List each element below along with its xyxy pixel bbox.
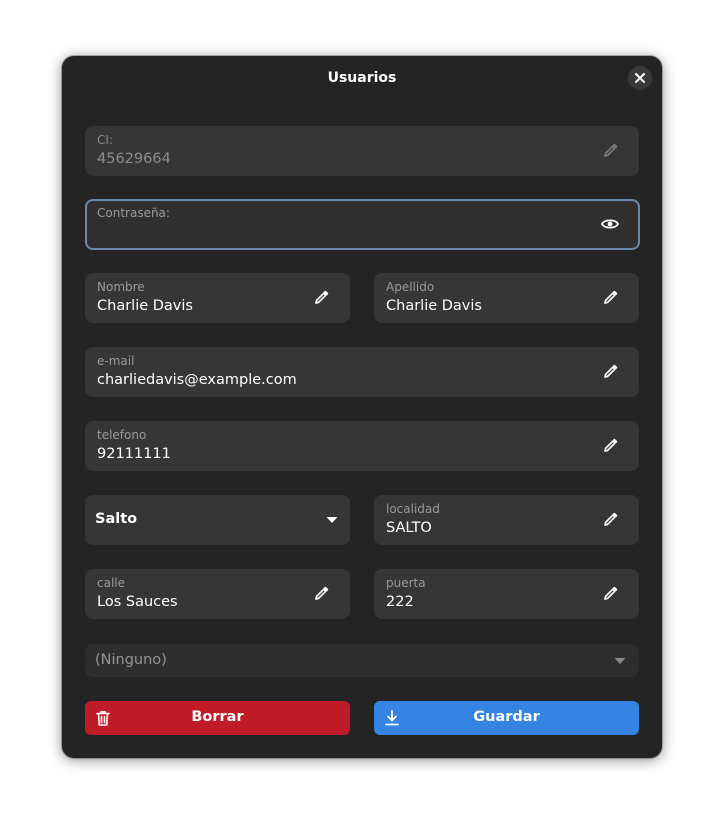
nombre-value[interactable]: Charlie Davis xyxy=(97,298,193,314)
telefono-label: telefono xyxy=(97,428,147,442)
edit-icon xyxy=(598,139,622,163)
dialog-title: Usuarios xyxy=(327,70,397,86)
close-icon xyxy=(635,73,645,83)
save-button-label: Guardar xyxy=(473,709,540,725)
edit-icon[interactable] xyxy=(309,286,333,310)
calle-field[interactable]: calle Los Sauces xyxy=(85,569,350,619)
show-password-button[interactable] xyxy=(598,212,622,236)
calle-label: calle xyxy=(97,576,126,590)
eye-icon xyxy=(601,219,619,229)
ninguno-value: (Ninguno) xyxy=(95,652,167,668)
ci-label: CI: xyxy=(97,133,113,147)
telefono-value[interactable]: 92111111 xyxy=(97,446,171,462)
localidad-label: localidad xyxy=(386,502,440,516)
puerta-label: puerta xyxy=(386,576,426,590)
ninguno-dropdown[interactable]: (Ninguno) xyxy=(85,644,639,677)
ci-field: CI: 45629664 xyxy=(85,126,639,176)
email-label: e-mail xyxy=(97,354,135,368)
telefono-field[interactable]: telefono 92111111 xyxy=(85,421,639,471)
apellido-label: Apellido xyxy=(386,280,435,294)
calle-value[interactable]: Los Sauces xyxy=(97,594,178,610)
save-button[interactable]: Guardar xyxy=(374,701,639,735)
password-field[interactable]: Contraseña: xyxy=(85,199,640,250)
localidad-value[interactable]: SALTO xyxy=(386,520,432,536)
apellido-field[interactable]: Apellido Charlie Davis xyxy=(374,273,639,323)
close-button[interactable] xyxy=(628,66,652,90)
edit-icon[interactable] xyxy=(598,434,622,458)
departamento-dropdown[interactable]: Salto xyxy=(85,495,350,545)
edit-icon[interactable] xyxy=(598,360,622,384)
puerta-field[interactable]: puerta 222 xyxy=(374,569,639,619)
email-field[interactable]: e-mail charliedavis@example.com xyxy=(85,347,639,397)
edit-icon[interactable] xyxy=(598,286,622,310)
edit-icon[interactable] xyxy=(598,508,622,532)
departamento-value: Salto xyxy=(95,511,138,527)
nombre-label: Nombre xyxy=(97,280,145,294)
password-label: Contraseña: xyxy=(97,206,170,220)
apellido-value[interactable]: Charlie Davis xyxy=(386,298,482,314)
ci-value: 45629664 xyxy=(97,151,171,167)
puerta-value[interactable]: 222 xyxy=(386,594,414,610)
delete-button[interactable]: Borrar xyxy=(85,701,350,735)
users-dialog: Usuarios CI: 45629664 Contraseña: Nombre… xyxy=(62,56,662,758)
nombre-field[interactable]: Nombre Charlie Davis xyxy=(85,273,350,323)
localidad-field[interactable]: localidad SALTO xyxy=(374,495,639,545)
edit-icon[interactable] xyxy=(598,582,622,606)
edit-icon[interactable] xyxy=(309,582,333,606)
email-value[interactable]: charliedavis@example.com xyxy=(97,372,297,388)
chevron-down-icon xyxy=(320,508,344,532)
chevron-down-icon xyxy=(608,649,632,673)
delete-button-label: Borrar xyxy=(191,709,244,725)
